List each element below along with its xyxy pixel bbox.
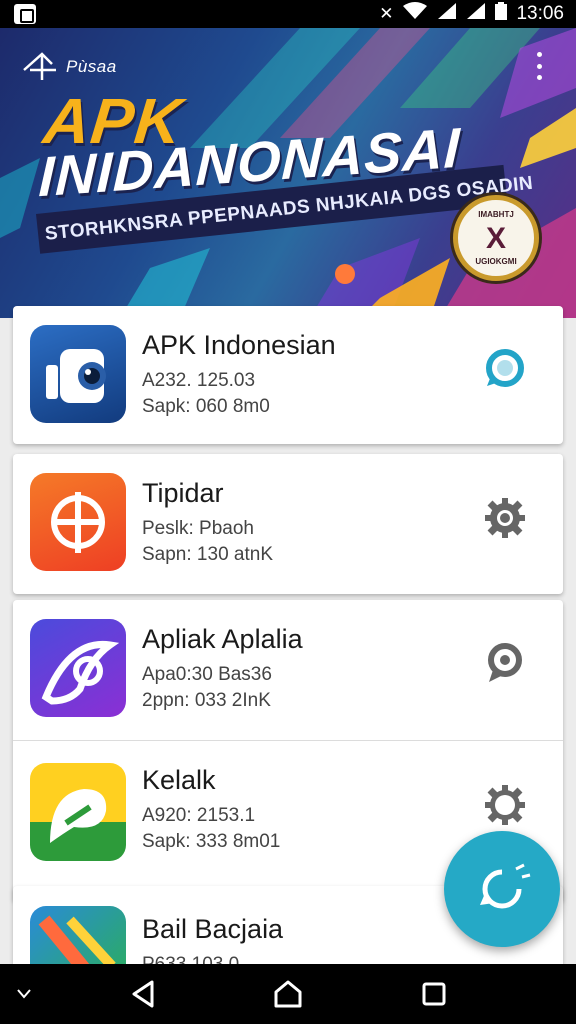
app-card[interactable]: APK Indonesian A232. 125.03 Sapk: 060 8m…: [13, 306, 563, 444]
leaf-app-icon: [30, 763, 126, 861]
app-version: A232. 125.03: [142, 370, 256, 391]
app-version: A920: 2153.1: [142, 805, 256, 826]
home-button[interactable]: [272, 978, 304, 1010]
app-size: Sapk: 060 8m0: [142, 396, 270, 417]
app-title: Tipidar: [142, 478, 224, 508]
colorful-app-icon: [30, 906, 126, 964]
app-title: Bail Bacjaia: [142, 914, 284, 944]
home-icon: [274, 980, 302, 1008]
location-pin-icon[interactable]: [483, 640, 527, 684]
badge-mark: X: [485, 222, 506, 255]
camera-app-icon: [30, 325, 126, 423]
settings-gear-icon[interactable]: [483, 783, 527, 827]
back-button[interactable]: [128, 978, 160, 1010]
app-title: Apliak Aplalia: [142, 624, 303, 654]
promo-banner: Pùsaa APK INIDANONASAI STORHKNSRA PPEPNA…: [0, 28, 576, 318]
signal-icon: [437, 2, 457, 26]
list-item[interactable]: Tipidar Peslk: Pbaoh Sapn: 130 atnK: [13, 454, 563, 594]
app-size: Sapn: 130 atnK: [142, 544, 273, 565]
settings-gear-icon[interactable]: [483, 496, 527, 540]
brand: Pùsaa: [22, 50, 117, 84]
badge-top-text: IMABHTJ: [478, 210, 514, 219]
list-item[interactable]: Apliak Aplalia Apa0:30 Bas36 2ppn: 033 2…: [13, 600, 563, 740]
app-version: Apa0:30 Bas36: [142, 664, 272, 685]
app-card[interactable]: Tipidar Peslk: Pbaoh Sapn: 130 atnK: [13, 454, 563, 594]
app-version: P633 103 0: [142, 954, 239, 964]
battery-icon: [495, 2, 508, 26]
overflow-menu-button[interactable]: [532, 52, 546, 80]
banner-seal-badge: IMABHTJ X UGIOKGMI: [453, 195, 539, 281]
refresh-icon: [480, 863, 531, 909]
list-item[interactable]: APK Indonesian A232. 125.03 Sapk: 060 8m…: [13, 306, 563, 446]
back-icon: [132, 980, 154, 1008]
sync-icon[interactable]: [483, 346, 527, 390]
brand-name: Pùsaa: [66, 57, 117, 76]
system-nav-bar: [0, 964, 576, 1024]
refresh-fab-button[interactable]: [444, 831, 560, 947]
status-bar: ✕ 13:06: [0, 0, 576, 28]
chevron-down-icon[interactable]: [16, 988, 32, 1000]
app-size: Sapk: 333 8m01: [142, 831, 281, 852]
app-size: 2ppn: 033 2InK: [142, 690, 271, 711]
app-title: Kelalk: [142, 765, 216, 795]
silent-icon: ✕: [379, 4, 394, 24]
swirl-app-icon: [30, 619, 126, 717]
recents-icon: [422, 982, 446, 1006]
clock: 13:06: [516, 3, 564, 24]
signal-icon: [466, 2, 486, 26]
app-version: Peslk: Pbaoh: [142, 518, 254, 539]
app-title: APK Indonesian: [142, 330, 336, 360]
recents-button[interactable]: [418, 978, 450, 1010]
crosshair-app-icon: [30, 473, 126, 571]
wifi-icon: [402, 2, 428, 26]
brand-logo-icon: [23, 52, 56, 80]
app-notification-icon: [14, 4, 36, 24]
badge-bottom-text: UGIOKGMI: [475, 257, 517, 266]
